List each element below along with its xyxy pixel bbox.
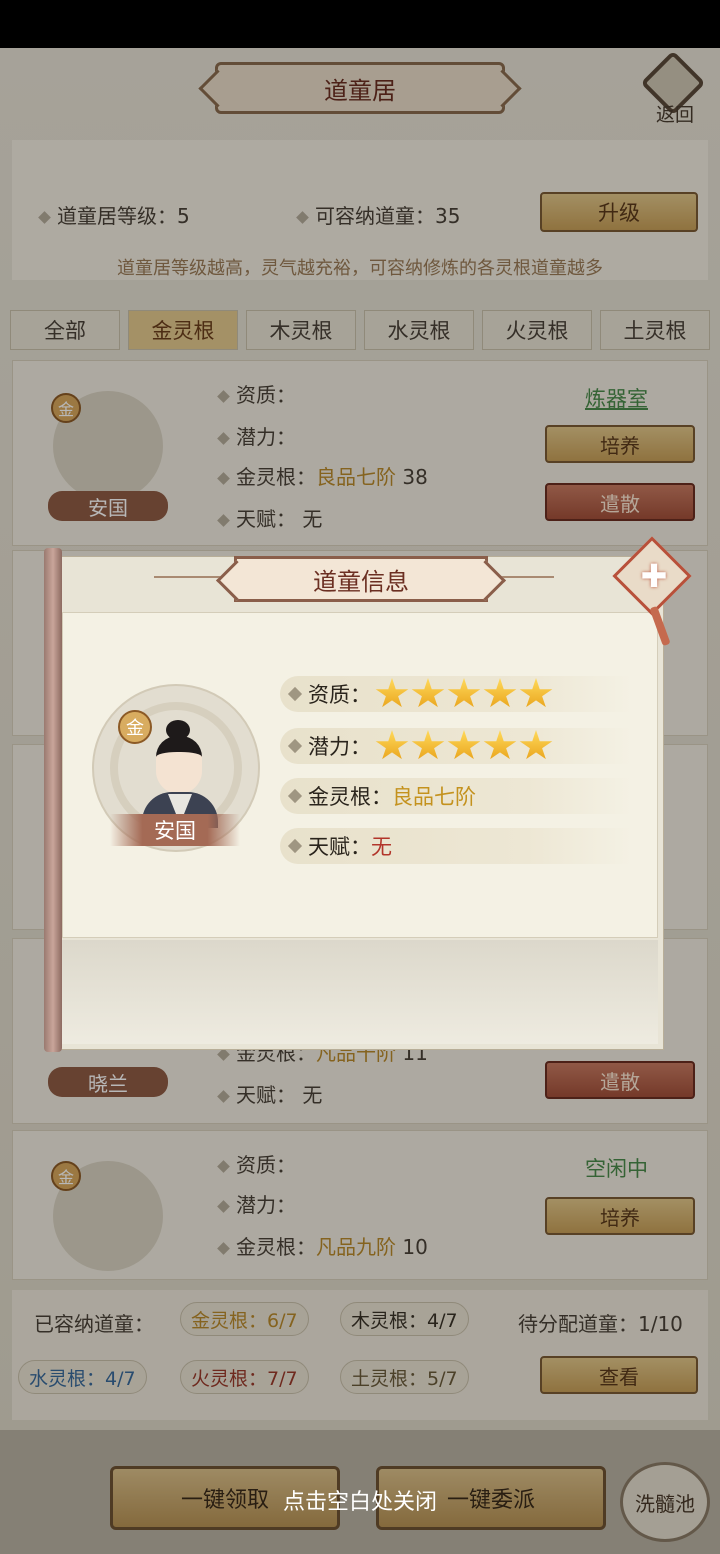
close-icon[interactable]: ✚ bbox=[632, 554, 676, 598]
star-icon bbox=[411, 678, 445, 708]
disciple-info-modal: 道童信息 ✚ 金 安国 资质： 潜力： 金灵根： 良品七阶 天赋：无 bbox=[44, 536, 692, 1052]
talent-value: 无 bbox=[371, 835, 392, 859]
portrait-face bbox=[156, 736, 202, 794]
star-icon bbox=[375, 730, 409, 760]
star-icon bbox=[519, 678, 553, 708]
gold-root-badge: 金 bbox=[118, 710, 152, 744]
star-icon bbox=[447, 678, 481, 708]
star-icon bbox=[447, 730, 481, 760]
close-hint: 点击空白处关闭 bbox=[282, 1490, 437, 1515]
potential-row: 潜力： bbox=[280, 728, 632, 764]
star-icon bbox=[483, 678, 517, 708]
star-icon bbox=[375, 678, 409, 708]
potential-stars bbox=[375, 730, 553, 762]
star-icon bbox=[483, 730, 517, 760]
quality-row: 资质： bbox=[280, 676, 632, 712]
star-icon bbox=[411, 730, 445, 760]
scroll-rod bbox=[44, 548, 62, 1052]
root-row: 金灵根： 良品七阶 bbox=[280, 778, 632, 814]
talent-row: 天赋：无 bbox=[280, 828, 632, 864]
quality-stars bbox=[375, 678, 553, 710]
root-value: 良品七阶 bbox=[392, 785, 476, 809]
modal-mist bbox=[62, 940, 658, 1044]
disciple-name: 安国 bbox=[110, 814, 240, 846]
star-icon bbox=[519, 730, 553, 760]
modal-title: 道童信息 bbox=[234, 556, 488, 602]
